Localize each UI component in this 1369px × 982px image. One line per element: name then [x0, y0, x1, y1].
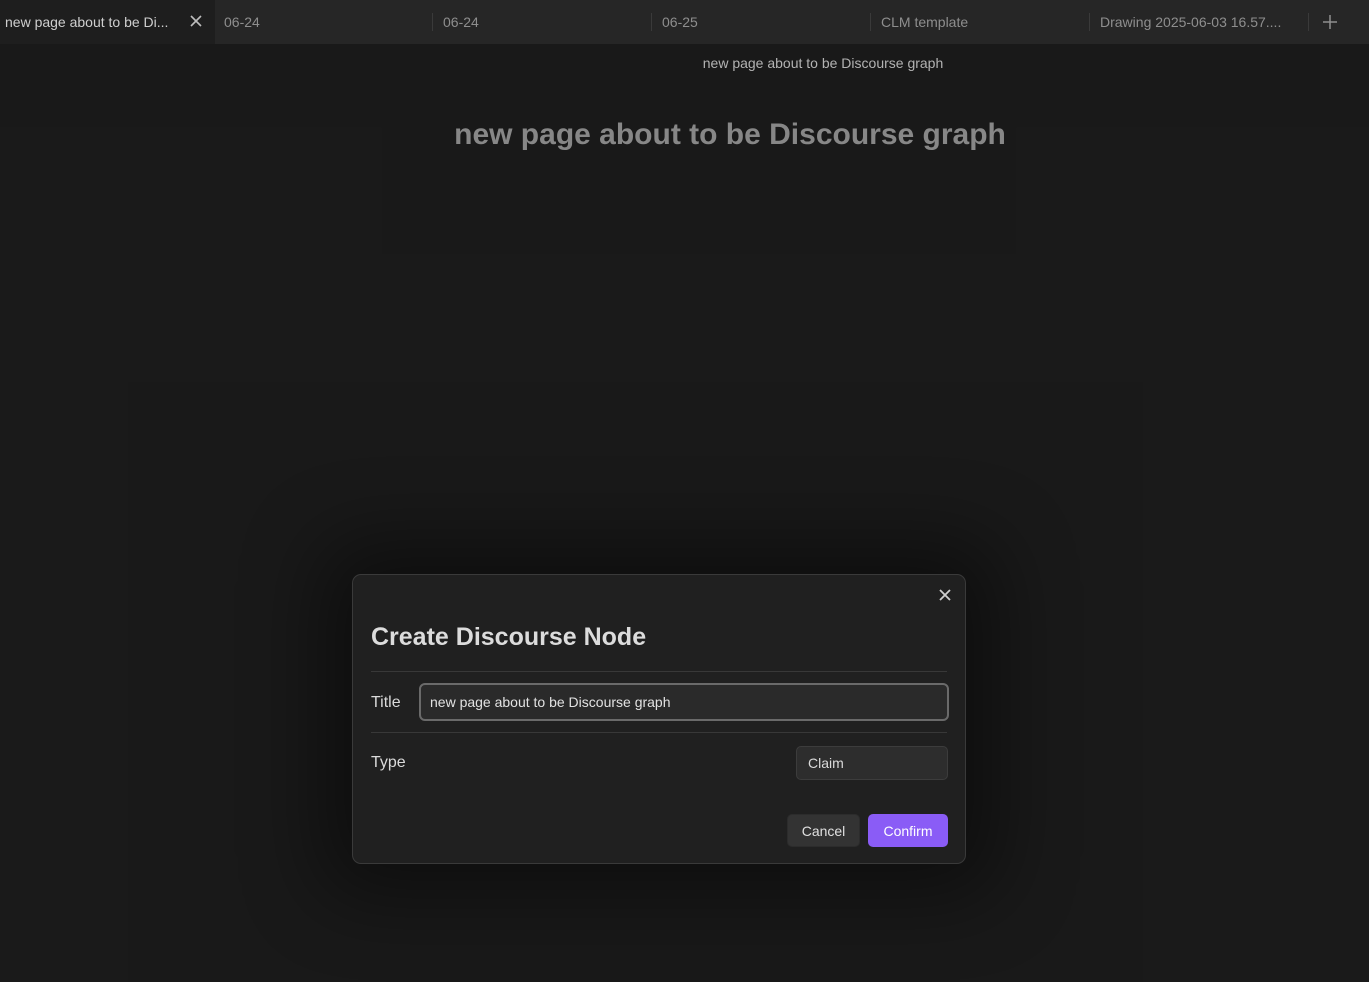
dialog-title: Create Discourse Node [371, 623, 647, 651]
tab-divider [432, 13, 433, 31]
tab-bar: new page about to be Di... 06-24 06-24 0… [0, 0, 1369, 44]
tab-06-25[interactable]: 06-25 [662, 0, 698, 44]
divider [371, 671, 947, 672]
tab-label: CLM template [881, 14, 969, 30]
close-icon[interactable] [937, 587, 953, 603]
tab-divider [651, 13, 652, 31]
tab-06-24-a[interactable]: 06-24 [224, 0, 260, 44]
tab-drawing[interactable]: Drawing 2025-06-03 16.57.... [1100, 0, 1281, 44]
tab-divider [1089, 13, 1090, 31]
tab-new-page[interactable]: new page about to be Di... [0, 0, 215, 44]
tab-clm-template[interactable]: CLM template [881, 0, 968, 44]
divider [371, 732, 947, 733]
tab-label: new page about to be Di... [5, 14, 169, 30]
new-tab-button[interactable] [1318, 10, 1342, 34]
tab-06-24-b[interactable]: 06-24 [443, 0, 479, 44]
cancel-button[interactable]: Cancel [787, 814, 860, 847]
title-input[interactable] [419, 683, 949, 721]
create-discourse-node-dialog: Create Discourse Node Title Type Claim C… [352, 574, 966, 864]
type-label: Type [371, 754, 406, 771]
tab-label: 06-25 [662, 14, 698, 30]
confirm-button[interactable]: Confirm [868, 814, 948, 847]
title-label: Title [371, 694, 401, 711]
close-icon[interactable] [189, 14, 203, 28]
plus-icon [1323, 15, 1337, 29]
type-select-value: Claim [808, 755, 844, 771]
tab-label: Drawing 2025-06-03 16.57.... [1100, 14, 1282, 30]
tab-label: 06-24 [443, 14, 479, 30]
type-select[interactable]: Claim [796, 746, 948, 780]
tab-label: 06-24 [224, 14, 260, 30]
tab-divider [870, 13, 871, 31]
tab-divider [1308, 13, 1309, 31]
